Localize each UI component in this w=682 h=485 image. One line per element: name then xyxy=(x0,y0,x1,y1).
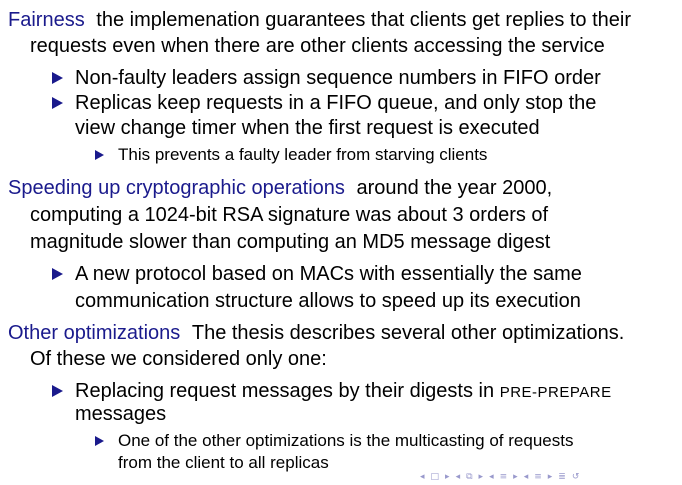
nav-frame-icon[interactable]: □ xyxy=(431,472,440,482)
nav-align-icon[interactable]: ≣ xyxy=(558,472,566,482)
bullet-icon xyxy=(52,268,63,280)
bullet-text: view change timer when the first request… xyxy=(75,117,540,139)
section-other-line1: Other optimizations The thesis describes… xyxy=(8,321,624,345)
nav-section-icon[interactable]: ≡ xyxy=(500,472,508,482)
nav-subsection-icon[interactable]: ⧉ xyxy=(466,472,472,482)
bullet-text: messages xyxy=(75,403,167,425)
slide: Fairness the implemenation guarantees th… xyxy=(0,0,682,485)
section-text: requests even when there are other clien… xyxy=(30,35,605,57)
section-term: Other optimizations xyxy=(8,322,181,344)
bullet-text: A new protocol based on MACs with essent… xyxy=(75,263,582,285)
bullet-text: Non-faulty leaders assign sequence numbe… xyxy=(75,67,601,89)
bullet-icon xyxy=(52,385,63,397)
section-text: Of these we considered only one: xyxy=(30,348,327,370)
nav-search-icon[interactable]: ↺ xyxy=(572,472,580,482)
nav-next-section-icon[interactable]: ▸ xyxy=(513,472,518,482)
section-text: around the year 2000, xyxy=(356,177,553,199)
nav-prev-subsection-icon[interactable]: ◂ xyxy=(456,472,461,482)
section-text: the implemenation guarantees that client… xyxy=(96,9,632,31)
section-text: computing a 1024-bit RSA signature was a… xyxy=(30,204,549,226)
subbullet-icon xyxy=(95,436,104,446)
bullet-icon xyxy=(52,72,63,84)
nav-doc-icon[interactable]: ≡ xyxy=(534,472,542,482)
subbullet-text: from the client to all replicas xyxy=(118,453,329,472)
section-term: Fairness xyxy=(8,9,85,31)
section-speeding-line1: Speeding up cryptographic operations aro… xyxy=(8,176,552,200)
section-term: Speeding up cryptographic operations xyxy=(8,177,345,199)
bullet-text: Replicas keep requests in a FIFO queue, … xyxy=(75,92,597,114)
section-text: The thesis describes several other optim… xyxy=(191,322,625,344)
bullet-text-part: Replacing request messages by their dige… xyxy=(75,380,495,402)
navigation-bar: ◂ □ ▸ ◂ ⧉ ▸ ◂ ≡ ▸ ◂ ≡ ▸ ≣ ↺ xyxy=(420,472,579,482)
subbullet-text: One of the other optimizations is the mu… xyxy=(118,431,574,450)
nav-prev-section-icon[interactable]: ◂ xyxy=(489,472,494,482)
nav-prev-frame-icon[interactable]: ◂ xyxy=(420,472,425,482)
subbullet-icon xyxy=(95,150,104,160)
nav-next-frame-icon[interactable]: ▸ xyxy=(445,472,450,482)
bullet-icon xyxy=(52,97,63,109)
nav-prev-icon[interactable]: ◂ xyxy=(524,472,529,482)
section-fairness-line1: Fairness the implemenation guarantees th… xyxy=(8,8,631,32)
nav-next-icon[interactable]: ▸ xyxy=(548,472,553,482)
section-text: magnitude slower than computing an MD5 m… xyxy=(30,231,551,253)
nav-next-subsection-icon[interactable]: ▸ xyxy=(479,472,484,482)
subbullet-text: This prevents a faulty leader from starv… xyxy=(118,145,488,164)
bullet-text: communication structure allows to speed … xyxy=(75,290,581,312)
pre-prepare-keyword: PRE-PREPARE xyxy=(499,384,612,401)
